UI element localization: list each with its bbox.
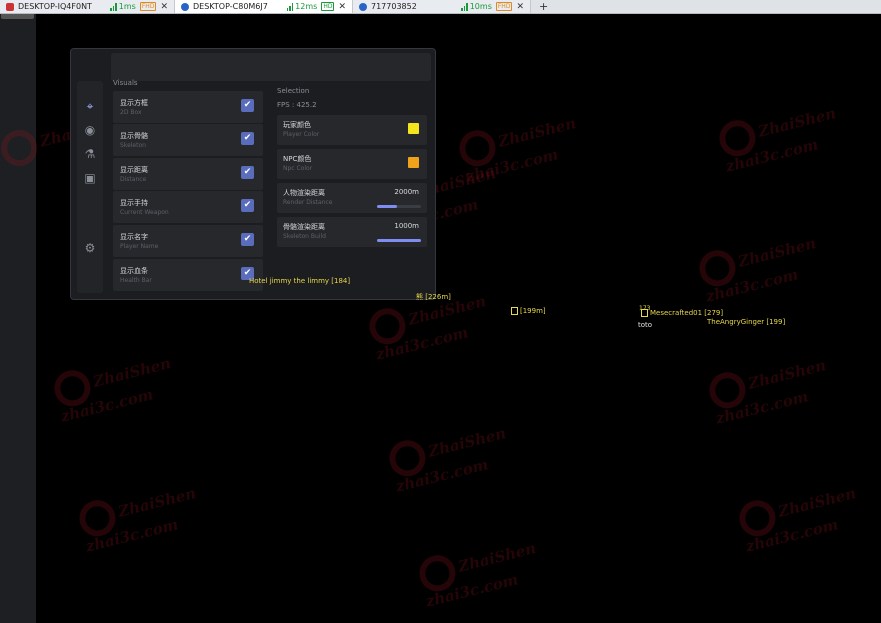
cheat-menu-panel: ⌖ ◉ ⚗ ▣ ⚙ Visuals 显示方框 2D Box ✔ 显示骨骼 Ske… xyxy=(70,48,436,300)
render-distance-slider[interactable] xyxy=(377,205,421,208)
slider-fill xyxy=(377,239,421,242)
scroll-thumb[interactable] xyxy=(1,14,34,19)
quality-badge: HD xyxy=(321,2,335,11)
option-skeleton[interactable]: 显示骨骼 Skeleton ✔ xyxy=(113,124,263,156)
watermark: ZhaiShenzhai3c.com xyxy=(695,226,824,306)
box-marker-icon xyxy=(641,309,648,317)
tab-title: DESKTOP-C80M6J7 xyxy=(193,2,268,11)
panel-header-bar[interactable] xyxy=(111,53,431,81)
esp-label-toto: toto xyxy=(638,321,653,329)
signal-icon xyxy=(461,2,468,11)
checkbox-checked[interactable]: ✔ xyxy=(241,99,254,112)
checkbox-checked[interactable]: ✔ xyxy=(241,199,254,212)
esp-label-199m: [199m] xyxy=(511,307,546,315)
slider-fill xyxy=(377,205,397,208)
menu-side-nav: ⌖ ◉ ⚗ ▣ ⚙ xyxy=(77,81,103,293)
signal-icon xyxy=(286,2,294,11)
watermark: ZhaiShenzhai3c.com xyxy=(415,531,544,611)
chip-icon[interactable]: ▣ xyxy=(83,171,97,185)
visuals-title: Visuals xyxy=(113,79,138,87)
session-tab-bar: DESKTOP-IQ4F0NT 1ms FHD ✕ DESKTOP-C80M6J… xyxy=(0,0,881,14)
user-icon xyxy=(359,2,367,11)
npc-color-row[interactable]: NPC颜色 Npc Color xyxy=(277,149,427,179)
esp-label-angryginger: TheAngryGinger [199] xyxy=(707,318,786,326)
close-icon[interactable]: ✕ xyxy=(516,2,524,12)
watermark: ZhaiShenzhai3c.com xyxy=(75,476,204,556)
session-tab-1[interactable]: DESKTOP-IQ4F0NT 1ms FHD ✕ xyxy=(0,0,175,13)
checkbox-checked[interactable]: ✔ xyxy=(241,166,254,179)
tab-title: DESKTOP-IQ4F0NT xyxy=(18,2,92,11)
quality-badge: FHD xyxy=(495,2,513,11)
box-marker-icon xyxy=(511,307,518,315)
watermark: ZhaiShenzhai3c.com xyxy=(735,476,864,556)
watermark: ZhaiShenzhai3c.com xyxy=(715,96,844,176)
flask-icon[interactable]: ⚗ xyxy=(83,147,97,161)
session-tab-2[interactable]: DESKTOP-C80M6J7 12ms HD ✕ xyxy=(175,0,353,13)
ping-indicator: 12ms xyxy=(286,2,318,11)
ping-value: 12ms xyxy=(295,2,318,11)
close-icon[interactable]: ✕ xyxy=(338,2,346,12)
windows-icon xyxy=(6,2,14,11)
signal-icon xyxy=(110,2,117,11)
watermark: ZhaiShenzhai3c.com xyxy=(385,416,514,496)
option-2d-box[interactable]: 显示方框 2D Box ✔ xyxy=(113,91,263,123)
new-tab-button[interactable]: + xyxy=(531,0,556,13)
npc-color-swatch[interactable] xyxy=(408,157,419,168)
crosshair-icon[interactable]: ⌖ xyxy=(83,99,97,113)
option-distance[interactable]: 显示距离 Distance ✔ xyxy=(113,158,263,190)
skeleton-distance-row: 骨骼渲染距离 Skeleton Build 1000m xyxy=(277,217,427,247)
checkbox-checked[interactable]: ✔ xyxy=(241,233,254,246)
option-current-weapon[interactable]: 显示手持 Current Weapon ✔ xyxy=(113,191,263,223)
ping-value: 1ms xyxy=(118,2,136,11)
skeleton-distance-slider[interactable] xyxy=(377,239,421,242)
render-distance-value: 2000m xyxy=(394,188,419,196)
ping-indicator: 10ms xyxy=(461,2,492,11)
watermark: ZhaiShenzhai3c.com xyxy=(705,348,834,428)
watermark: ZhaiShenzhai3c.com xyxy=(50,346,179,426)
option-health-bar[interactable]: 显示血条 Health Bar ✔ xyxy=(113,259,263,291)
esp-label-bear: 熊 [226m] xyxy=(416,293,451,301)
checkbox-checked[interactable]: ✔ xyxy=(241,132,254,145)
visuals-section: Visuals 显示方框 2D Box ✔ 显示骨骼 Skeleton ✔ 显示… xyxy=(113,79,263,291)
gear-icon[interactable]: ⚙ xyxy=(83,241,97,255)
user-icon xyxy=(181,2,189,11)
selection-title: Selection xyxy=(277,87,310,95)
tab-title: 717703852 xyxy=(371,2,417,11)
player-color-row[interactable]: 玩家颜色 Player Color xyxy=(277,115,427,145)
esp-label-mesecrafted: Mesecrafted01 [279] xyxy=(641,309,723,317)
option-player-name[interactable]: 显示名字 Player Name ✔ xyxy=(113,225,263,257)
session-tab-3[interactable]: 717703852 10ms FHD ✕ xyxy=(353,0,531,13)
esp-label-hotel: Hotel jimmy the limmy [184] xyxy=(249,277,351,285)
ping-value: 10ms xyxy=(469,2,492,11)
left-edge-strip xyxy=(0,14,36,623)
close-icon[interactable]: ✕ xyxy=(160,2,168,12)
quality-badge: FHD xyxy=(139,2,157,11)
render-distance-row: 人物渲染距离 Render Distance 2000m xyxy=(277,183,427,213)
ping-indicator: 1ms xyxy=(110,2,136,11)
player-color-swatch[interactable] xyxy=(408,123,419,134)
eye-icon[interactable]: ◉ xyxy=(83,123,97,137)
skeleton-distance-value: 1000m xyxy=(394,222,419,230)
fps-readout: FPS : 425.2 xyxy=(277,101,317,109)
